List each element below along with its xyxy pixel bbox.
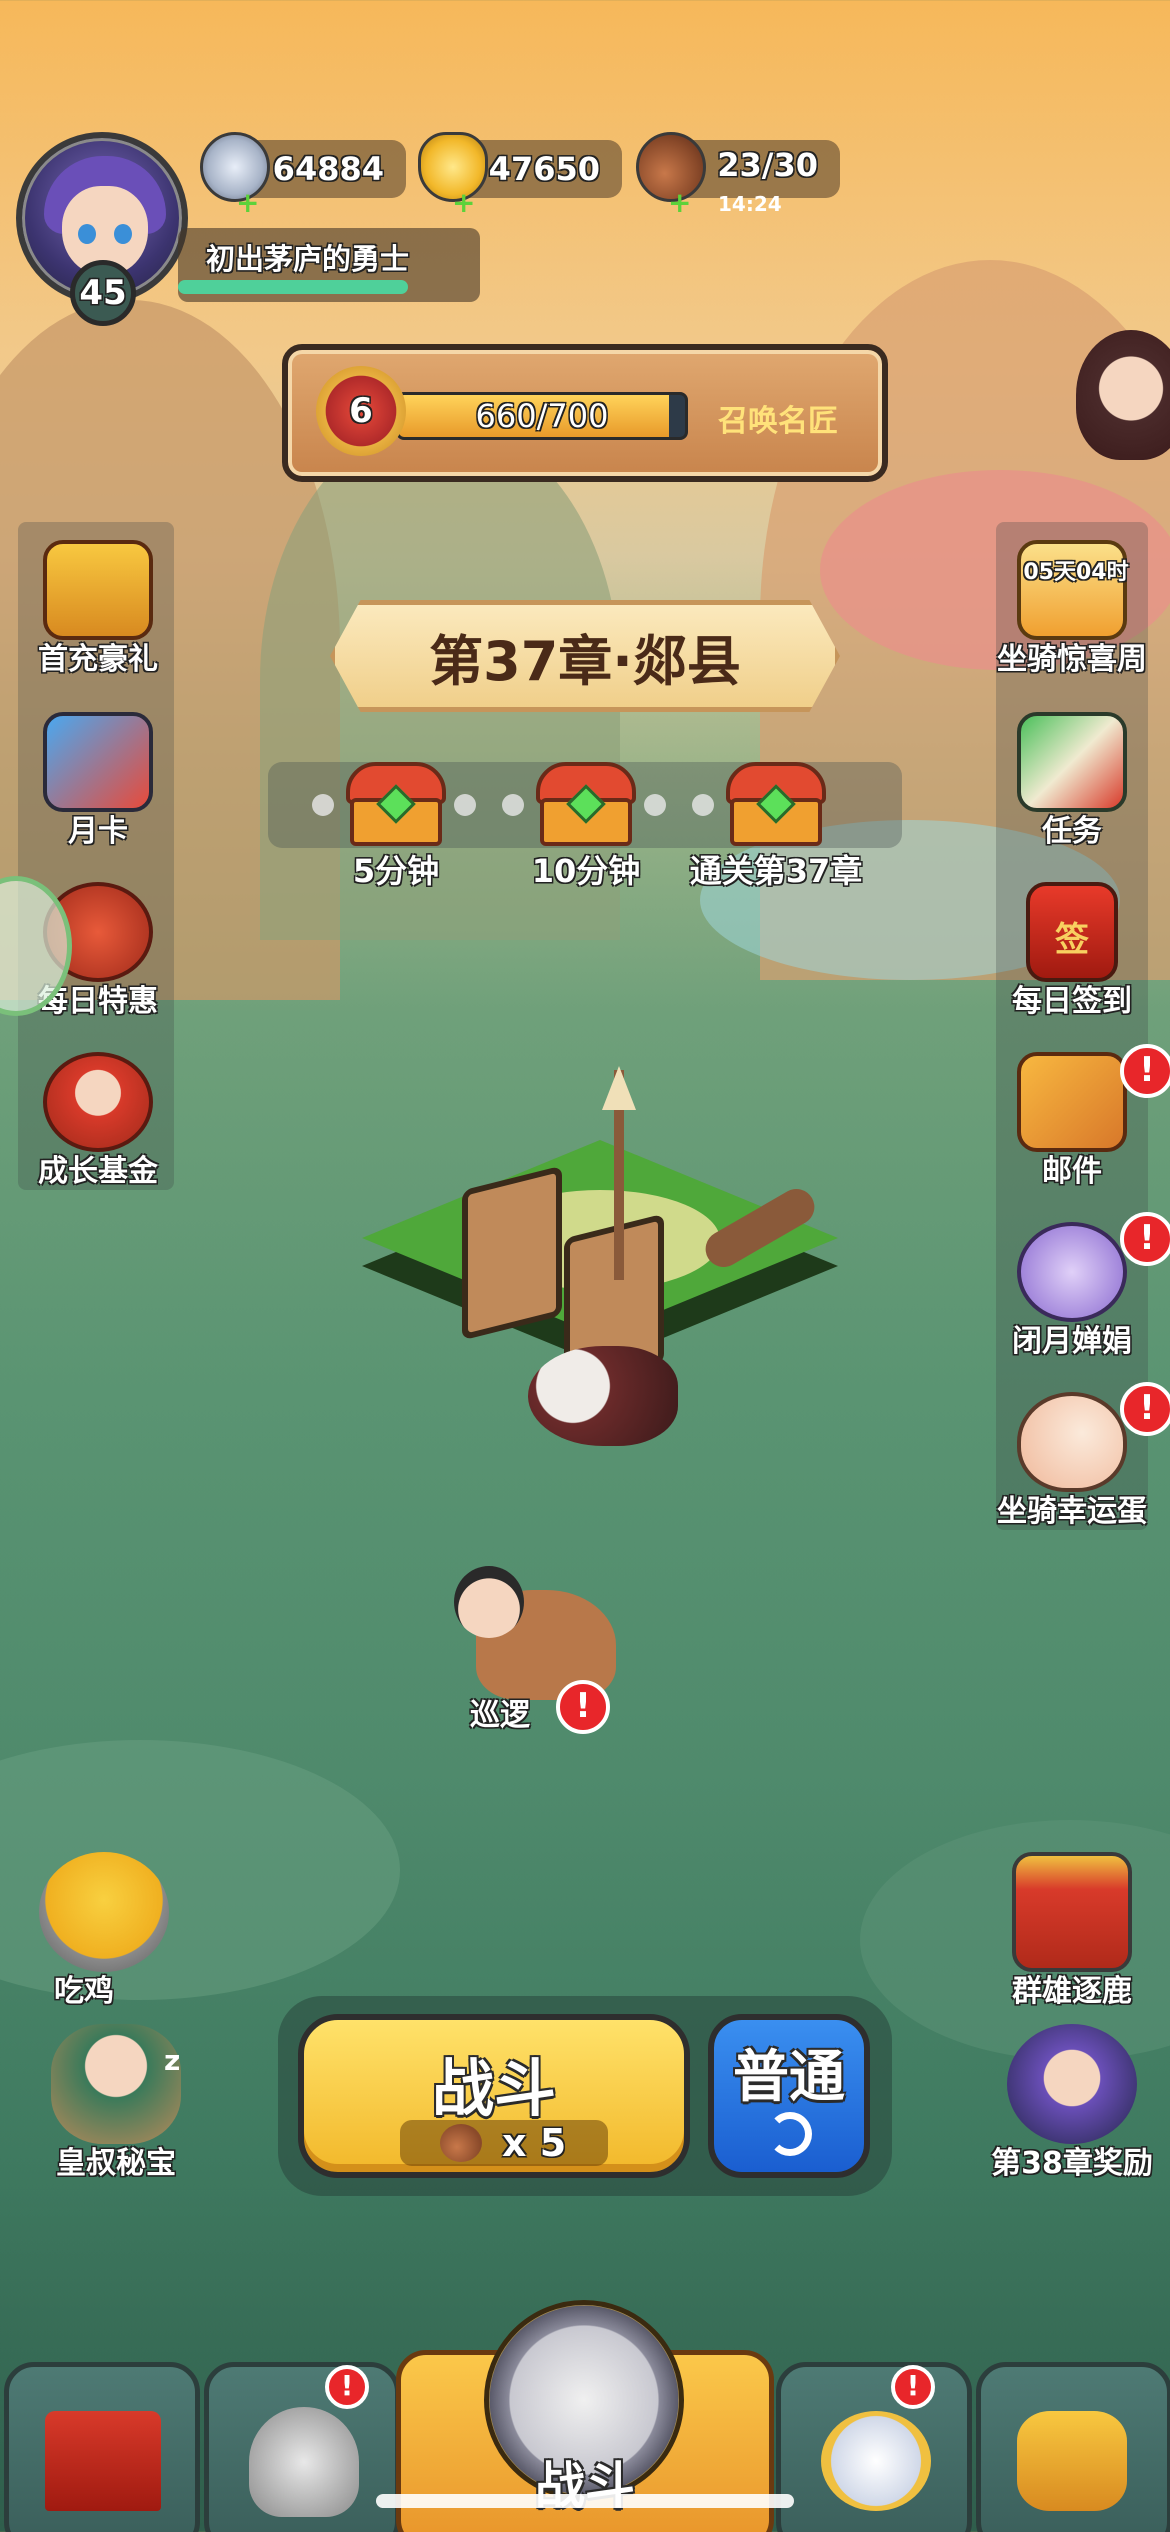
fight-button[interactable]: 战斗 x 5	[298, 2014, 690, 2178]
reward-chest-chapter-clear[interactable]	[726, 762, 826, 848]
moon-fox-icon	[1017, 1222, 1127, 1322]
uncle-treasure-label: 皇叔秘宝	[56, 2146, 176, 2181]
heroes-chase-deer[interactable]: 群雄逐鹿	[982, 1852, 1162, 2010]
first-recharge-label: 首充豪礼	[38, 642, 158, 677]
patrol-alert-badge: !	[556, 1680, 610, 1734]
mount-lucky-egg-label: 坐骑幸运蛋	[997, 1494, 1147, 1529]
eat-chicken-label: 吃鸡	[54, 1974, 114, 2009]
first-recharge-gift[interactable]: 首充豪礼	[8, 540, 188, 678]
add-silver-icon[interactable]: +	[236, 189, 259, 217]
quests[interactable]: 任务	[982, 712, 1162, 850]
mail-label: 邮件	[1042, 1154, 1102, 1189]
sign-in-glyph: 签	[1055, 920, 1089, 960]
mount-surprise-label: 坐骑惊喜周	[997, 642, 1147, 677]
chapter-title: 第37章·郯县	[429, 629, 741, 693]
calendar-card-icon	[43, 712, 153, 812]
sleep-z-icon: z	[164, 2044, 181, 2077]
reward-chest-5min[interactable]	[346, 762, 446, 848]
meat-cost-icon	[440, 2124, 482, 2162]
stage-spear-tip-icon	[602, 1066, 636, 1110]
add-gold-icon[interactable]: +	[452, 189, 475, 217]
growth-fund[interactable]: 成长基金	[8, 1052, 188, 1190]
mount-surprise-timer: 05天04时	[1023, 560, 1129, 585]
reward-5min-label: 5分钟	[352, 852, 440, 890]
sign-in-icon: 签	[1026, 882, 1118, 982]
monthly-card[interactable]: 月卡	[8, 712, 188, 850]
chicken-character-icon	[39, 1852, 169, 1972]
stage-monster-icon	[528, 1346, 678, 1446]
gift-chest-icon	[43, 540, 153, 640]
mount-surprise-icon: 05天04时	[1017, 540, 1129, 640]
moon-beauty-label: 闭月婵娟	[1012, 1324, 1132, 1359]
quests-label: 任务	[1042, 814, 1102, 849]
lucky-egg-icon	[1017, 1392, 1127, 1492]
player-exp-bar	[178, 280, 409, 294]
mode-label: 普通	[733, 2045, 845, 2110]
battle-banner-icon	[1012, 1852, 1132, 1972]
silver-coin-icon	[200, 132, 270, 202]
monthly-card-label: 月卡	[68, 814, 128, 849]
fight-cost-value: x 5	[502, 2121, 567, 2165]
progress-dot	[644, 794, 666, 816]
heroes-alert-badge: !	[325, 2365, 369, 2409]
smith-progress-text: 660/700	[475, 397, 609, 435]
gold-value: 47650	[488, 150, 600, 188]
stamina-value: 23/30	[717, 146, 818, 184]
chapter-38-reward[interactable]: 第38章奖励	[982, 2024, 1162, 2182]
growth-fund-label: 成长基金	[38, 1154, 158, 1189]
mail-icon	[1017, 1052, 1127, 1152]
chapter-banner: 第37章·郯县	[330, 600, 840, 712]
progress-dot	[454, 794, 476, 816]
summon-smith-label: 召唤名匠	[718, 404, 838, 439]
avatar-eye	[78, 224, 96, 244]
eat-chicken-event[interactable]: 吃鸡	[14, 1852, 194, 2010]
smith-level-medal: 6	[316, 366, 406, 456]
daily-sign-in[interactable]: 签 每日签到	[982, 882, 1162, 1020]
reward-10min-label: 10分钟	[531, 852, 641, 890]
chapter-38-reward-label: 第38章奖励	[991, 2146, 1153, 2181]
mail-alert-badge: !	[1120, 1044, 1170, 1098]
player-level-badge: 45	[70, 260, 136, 326]
reward-chest-10min[interactable]	[536, 762, 636, 848]
avatar-eye	[114, 224, 132, 244]
refresh-icon	[768, 2112, 812, 2156]
stage-shield-icon	[462, 1165, 562, 1341]
moon-beauty-alert-badge: !	[1120, 1212, 1170, 1266]
mount-surprise-week[interactable]: 05天04时 坐骑惊喜周	[982, 540, 1162, 678]
daily-sign-in-label: 每日签到	[1012, 984, 1132, 1019]
lucky-egg-alert-badge: !	[1120, 1382, 1170, 1436]
patrol-label: 巡逻	[470, 1698, 530, 1733]
progress-dot	[692, 794, 714, 816]
scroll-icon	[1017, 712, 1127, 812]
progress-dot	[502, 794, 524, 816]
reward-chapter-clear-label: 通关第37章	[689, 852, 863, 890]
smith-summon-bar[interactable]: 660/700 6 召唤名匠	[282, 344, 888, 482]
gacha-alert-badge: !	[891, 2365, 935, 2409]
add-stamina-icon[interactable]: +	[668, 189, 691, 217]
mode-toggle-button[interactable]: 普通	[708, 2014, 870, 2178]
silver-value: 64884	[272, 150, 384, 188]
fight-button-label: 战斗	[431, 2052, 556, 2125]
sleeping-uncle-icon	[51, 2024, 181, 2144]
progress-dot	[312, 794, 334, 816]
fight-cost: x 5	[400, 2120, 608, 2166]
fortune-god-icon	[43, 1052, 153, 1152]
patrol-hero-face	[454, 1566, 524, 1638]
stamina-timer: 14:24	[718, 192, 782, 216]
heroes-chase-deer-label: 群雄逐鹿	[1012, 1974, 1132, 2009]
event-girl-icon[interactable]	[1076, 330, 1170, 460]
home-indicator[interactable]	[376, 2494, 794, 2508]
hero-portrait-icon	[1007, 2024, 1137, 2144]
